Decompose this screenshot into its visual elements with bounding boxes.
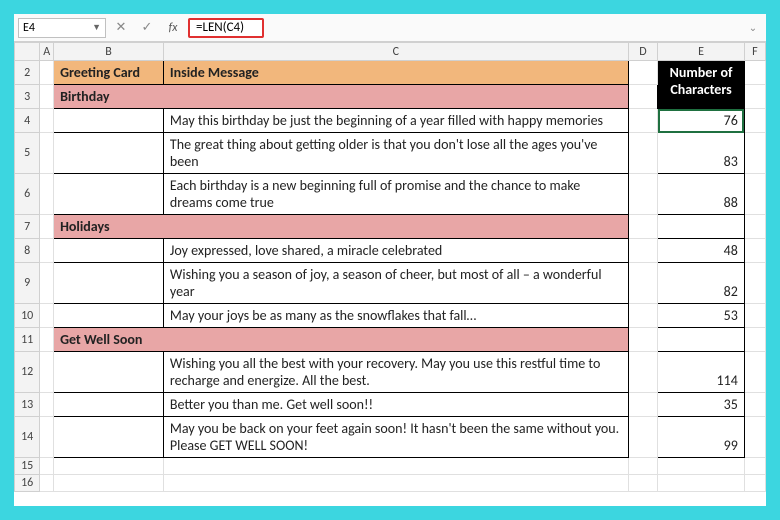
- cell-c14[interactable]: May you be back on your feet again soon!…: [163, 417, 628, 458]
- select-all-corner[interactable]: [15, 43, 40, 61]
- name-box-value: E4: [23, 21, 35, 35]
- chevron-down-icon[interactable]: ▼: [92, 22, 101, 33]
- worksheet[interactable]: A B C D E F 2 Greeting Card Inside Messa…: [14, 42, 766, 506]
- cell-e14[interactable]: 99: [658, 417, 745, 458]
- row-header[interactable]: 13: [15, 393, 40, 417]
- cell-e13[interactable]: 35: [658, 393, 745, 417]
- col-header[interactable]: B: [54, 43, 164, 61]
- row-header[interactable]: 14: [15, 417, 40, 458]
- cell-c12[interactable]: Wishing you all the best with your recov…: [163, 352, 628, 393]
- cell-c6[interactable]: Each birthday is a new beginning full of…: [163, 174, 628, 215]
- cell-c9[interactable]: Wishing you a season of joy, a season of…: [163, 263, 628, 304]
- formula-input[interactable]: =LEN(C4): [188, 18, 264, 38]
- category-getwell: Get Well Soon: [54, 328, 629, 352]
- col-header[interactable]: D: [628, 43, 658, 61]
- excel-window: E4 ▼ ✕ ✓ fx =LEN(C4) ⌄ A B C D E F 2: [14, 14, 766, 506]
- cell-e9[interactable]: 82: [658, 263, 745, 304]
- col-header[interactable]: C: [163, 43, 628, 61]
- header-numchars: Number ofCharacters: [658, 61, 745, 109]
- header-greeting: Greeting Card: [54, 61, 164, 85]
- header-inside: Inside Message: [163, 61, 628, 85]
- row-header[interactable]: 8: [15, 239, 40, 263]
- cell-e6[interactable]: 88: [658, 174, 745, 215]
- cell-e10[interactable]: 53: [658, 304, 745, 328]
- cell-c8[interactable]: Joy expressed, love shared, a miracle ce…: [163, 239, 628, 263]
- row-header[interactable]: 10: [15, 304, 40, 328]
- cell-e12[interactable]: 114: [658, 352, 745, 393]
- row-header[interactable]: 3: [15, 85, 40, 109]
- row-header[interactable]: 2: [15, 61, 40, 85]
- cell-c4[interactable]: May this birthday be just the beginning …: [163, 109, 628, 133]
- col-header[interactable]: A: [40, 43, 54, 61]
- check-icon[interactable]: ✓: [136, 18, 158, 38]
- cell-e5[interactable]: 83: [658, 133, 745, 174]
- grid: A B C D E F 2 Greeting Card Inside Messa…: [14, 42, 766, 492]
- cell-c13[interactable]: Better you than me. Get well soon!!: [163, 393, 628, 417]
- cell-c5[interactable]: The great thing about getting older is t…: [163, 133, 628, 174]
- category-birthday: Birthday: [54, 85, 629, 109]
- row-header[interactable]: 12: [15, 352, 40, 393]
- row-header[interactable]: 9: [15, 263, 40, 304]
- row-header[interactable]: 16: [15, 475, 40, 492]
- category-holidays: Holidays: [54, 215, 629, 239]
- cell-e8[interactable]: 48: [658, 239, 745, 263]
- cancel-icon[interactable]: ✕: [110, 18, 132, 38]
- col-header[interactable]: F: [744, 43, 765, 61]
- row-header[interactable]: 7: [15, 215, 40, 239]
- cell-c10[interactable]: May your joys be as many as the snowflak…: [163, 304, 628, 328]
- formula-text: =LEN(C4): [196, 20, 244, 35]
- cell-e4[interactable]: 76: [658, 109, 745, 133]
- row-header[interactable]: 5: [15, 133, 40, 174]
- row-header[interactable]: 4: [15, 109, 40, 133]
- row-header[interactable]: 15: [15, 458, 40, 475]
- row-header[interactable]: 11: [15, 328, 40, 352]
- expand-formula-icon[interactable]: ⌄: [744, 18, 762, 38]
- formula-bar: E4 ▼ ✕ ✓ fx =LEN(C4) ⌄: [14, 14, 766, 42]
- name-box[interactable]: E4 ▼: [18, 18, 106, 38]
- fx-icon[interactable]: fx: [162, 18, 184, 38]
- row-header[interactable]: 6: [15, 174, 40, 215]
- col-header[interactable]: E: [658, 43, 745, 61]
